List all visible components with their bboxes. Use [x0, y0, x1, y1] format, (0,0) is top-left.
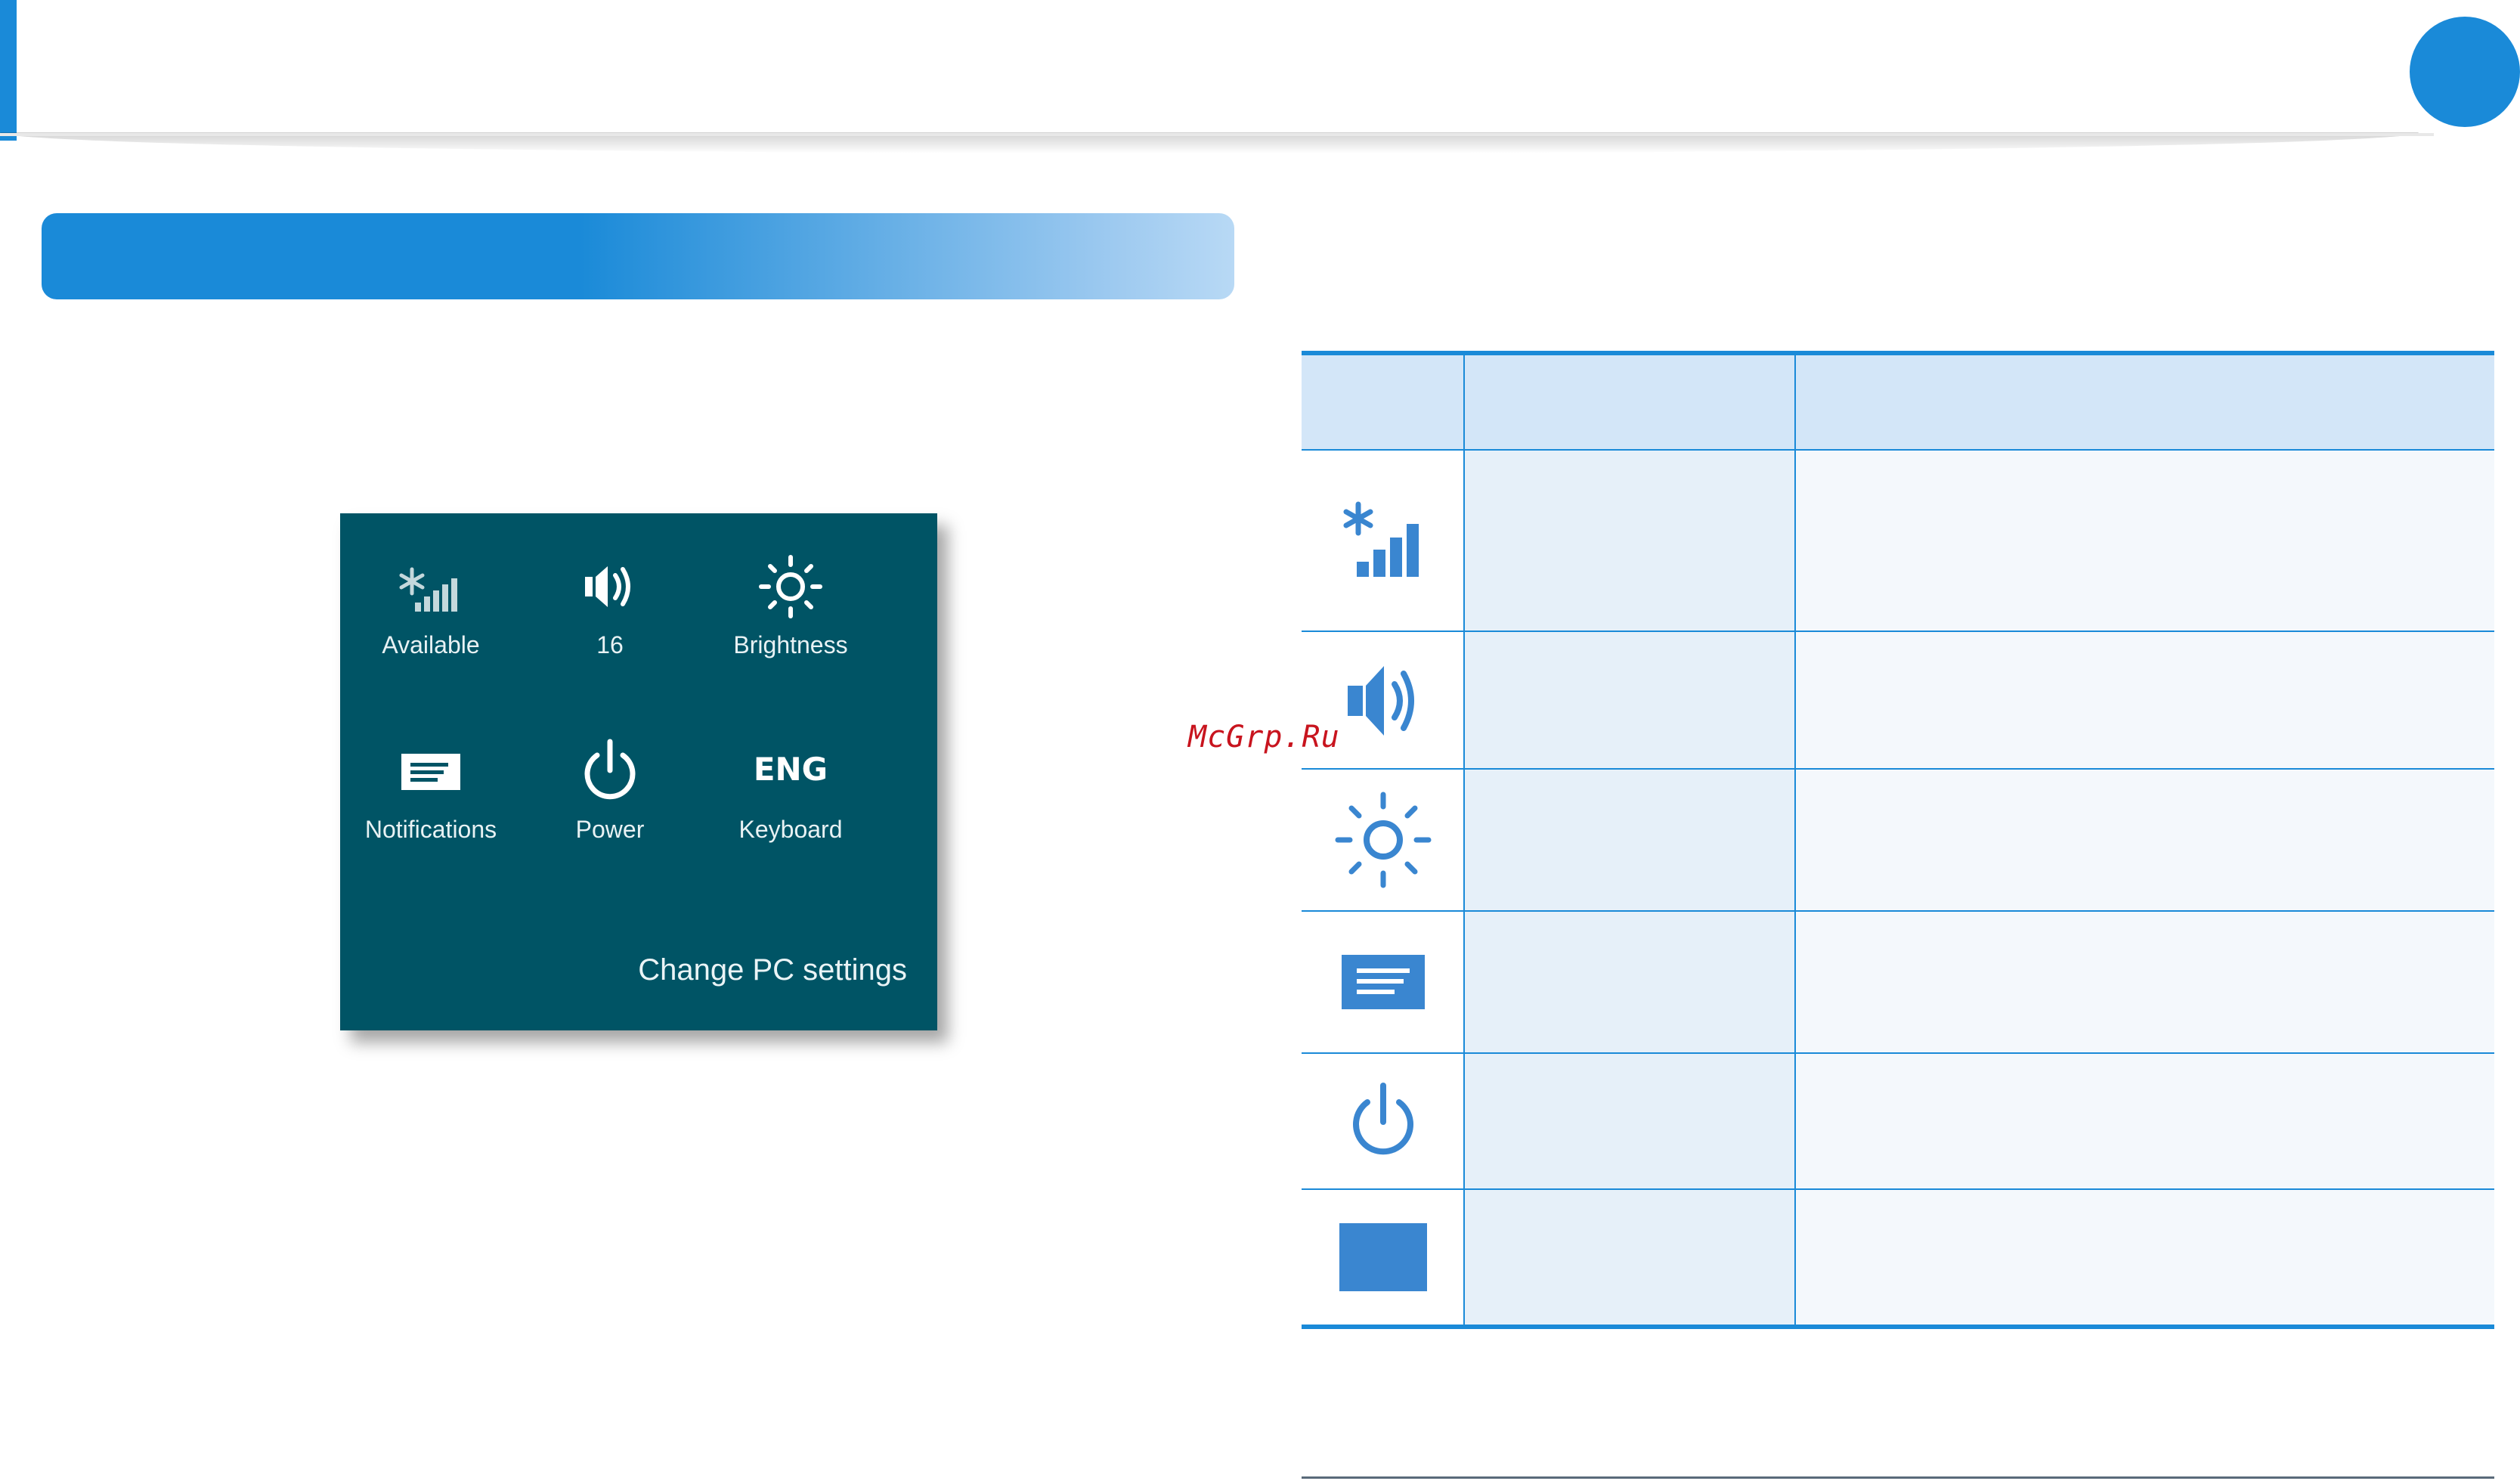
section-heading-bar — [42, 213, 1234, 299]
table-row-keyboard — [1302, 1190, 1465, 1325]
header-divider — [0, 133, 2434, 136]
tile-power-label: Power — [575, 816, 645, 843]
icon-table-divider-2 — [1794, 355, 1796, 1325]
icon-table-header — [1302, 355, 2494, 451]
table-row-power — [1302, 1054, 1465, 1188]
chapter-marker-circle — [2410, 17, 2520, 127]
settings-panel: Available 16 Brightness Notifications Po… — [340, 513, 937, 1030]
speaker-icon — [1348, 666, 1414, 736]
brightness-sun-icon — [700, 544, 881, 627]
icon-table-description-column — [1796, 451, 2494, 1325]
icon-table-row-divider — [1302, 910, 2494, 912]
icon-table-row-divider — [1302, 631, 2494, 632]
keyboard-block-icon — [1339, 1223, 1427, 1291]
tile-power[interactable]: Power — [519, 728, 701, 864]
change-pc-settings-link[interactable]: Change PC settings — [340, 953, 907, 987]
icon-table-bottom-rule — [1302, 1325, 2494, 1329]
watermark: McGrp.Ru — [1188, 720, 1340, 754]
icon-table-top-rule — [1302, 351, 2494, 355]
tile-notifications[interactable]: Notifications — [340, 728, 522, 864]
table-row-notifications — [1302, 912, 1465, 1052]
keyboard-language-icon: ENG — [700, 728, 881, 811]
notifications-icon — [1342, 955, 1425, 1009]
icon-table-row-divider — [1302, 768, 2494, 770]
tile-network-label: Available — [382, 631, 480, 658]
tile-volume[interactable]: 16 — [519, 544, 701, 680]
keyboard-language-code: ENG — [753, 751, 828, 788]
icon-table-row-divider — [1302, 1188, 2494, 1190]
footer-rule — [1302, 1476, 2494, 1479]
tile-brightness[interactable]: Brightness — [700, 544, 881, 680]
tile-network[interactable]: Available — [340, 544, 522, 680]
tile-brightness-label: Brightness — [733, 631, 848, 658]
page-edge-accent — [0, 0, 17, 141]
tile-notifications-label: Notifications — [364, 816, 497, 843]
brightness-sun-icon — [1335, 792, 1432, 888]
power-icon — [519, 728, 701, 811]
table-row-brightness — [1302, 770, 1465, 910]
speaker-icon — [519, 544, 701, 627]
table-row-network — [1302, 451, 1465, 631]
icon-table-row-divider — [1302, 1052, 2494, 1054]
network-signal-icon — [340, 544, 522, 627]
tile-volume-label: 16 — [596, 631, 624, 658]
tile-keyboard-label: Keyboard — [738, 816, 843, 843]
icon-table-name-column — [1465, 451, 1794, 1325]
notifications-icon — [340, 728, 522, 811]
power-icon — [1353, 1083, 1413, 1155]
network-signal-icon — [1343, 501, 1419, 577]
tile-keyboard[interactable]: ENG Keyboard — [700, 728, 881, 864]
